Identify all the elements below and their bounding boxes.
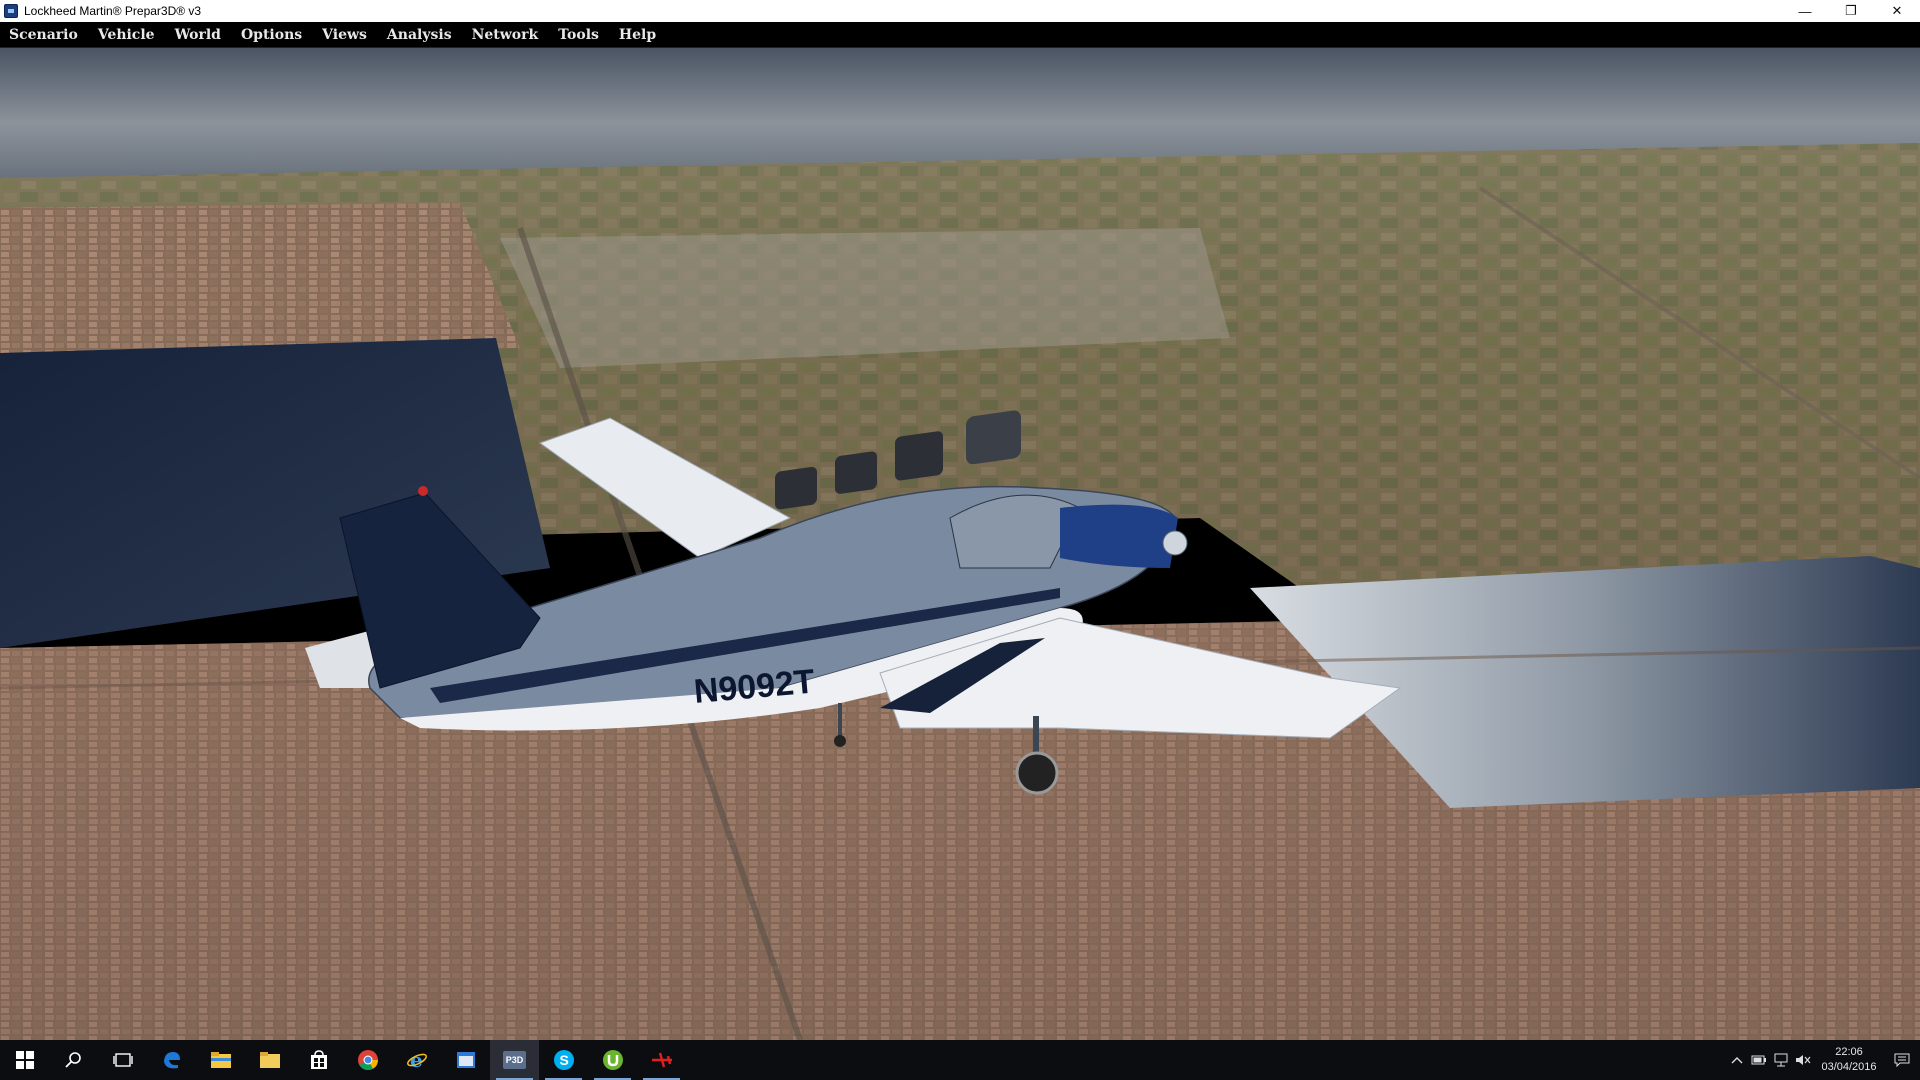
skype-icon: S: [553, 1050, 574, 1070]
folder-icon: [259, 1052, 280, 1068]
volume-muted-icon[interactable]: [1792, 1040, 1814, 1080]
window-icon: [456, 1052, 475, 1068]
file-explorer-button[interactable]: [196, 1040, 245, 1080]
ie-button[interactable]: e: [392, 1040, 441, 1080]
app-window-button[interactable]: [441, 1040, 490, 1080]
chrome-button[interactable]: [343, 1040, 392, 1080]
chevron-up-icon[interactable]: [1726, 1040, 1748, 1080]
edge-button[interactable]: [147, 1040, 196, 1080]
city-north: [0, 203, 520, 358]
menu-scenario[interactable]: Scenario: [0, 27, 89, 43]
svg-text:S: S: [559, 1052, 568, 1068]
battery-icon[interactable]: [1748, 1040, 1770, 1080]
svg-text:e: e: [410, 1049, 423, 1071]
simulator-window: Lockheed Martin® Prepar3D® v3 — ❐ ✕ Scen…: [0, 0, 1920, 1080]
folder-icon: [210, 1052, 231, 1068]
scenery-view: N9092T: [0, 48, 1920, 1040]
clock-time: 22:06: [1835, 1046, 1863, 1058]
search-icon: [64, 1052, 81, 1068]
folder2-button[interactable]: [245, 1040, 294, 1080]
task-view-button[interactable]: [98, 1040, 147, 1080]
taskbar: e P3D S 22:06 03/04/2016: [0, 1040, 1920, 1080]
p3d-button[interactable]: P3D: [490, 1040, 539, 1080]
close-button[interactable]: ✕: [1874, 0, 1920, 22]
menu-help[interactable]: Help: [610, 27, 667, 43]
menu-tools[interactable]: Tools: [549, 27, 610, 43]
store-button[interactable]: [294, 1040, 343, 1080]
store-icon: [310, 1050, 327, 1069]
app-icon[interactable]: [4, 4, 18, 18]
ie-icon: e: [406, 1049, 427, 1071]
network-icon[interactable]: [1770, 1040, 1792, 1080]
search-button[interactable]: [49, 1040, 98, 1080]
menu-network[interactable]: Network: [463, 27, 550, 43]
chrome-icon: [357, 1050, 378, 1071]
start-button[interactable]: [0, 1040, 49, 1080]
menu-analysis[interactable]: Analysis: [378, 27, 463, 43]
action-center-icon[interactable]: [1884, 1040, 1920, 1080]
edge-icon: [163, 1052, 180, 1069]
menu-views[interactable]: Views: [313, 27, 378, 43]
menu-options[interactable]: Options: [232, 27, 313, 43]
title-bar[interactable]: Lockheed Martin® Prepar3D® v3 — ❐ ✕: [0, 0, 1920, 22]
simulator-viewport[interactable]: N9092T: [0, 48, 1920, 1040]
menu-bar: Scenario Vehicle World Options Views Ana…: [0, 22, 1920, 48]
minimize-button[interactable]: —: [1782, 0, 1828, 22]
p3d-icon: P3D: [502, 1051, 527, 1069]
plane-icon: [651, 1052, 672, 1068]
task-view-icon: [112, 1053, 133, 1067]
window-title: Lockheed Martin® Prepar3D® v3: [24, 4, 202, 18]
skype-button[interactable]: S: [539, 1040, 588, 1080]
cabin-window: [775, 466, 817, 510]
clock[interactable]: 22:06 03/04/2016: [1814, 1045, 1884, 1075]
utorrent-button[interactable]: [588, 1040, 637, 1080]
clock-date: 03/04/2016: [1821, 1061, 1877, 1073]
windows-logo-icon: [15, 1051, 34, 1069]
system-tray: 22:06 03/04/2016: [1726, 1040, 1920, 1080]
window-controls: — ❐ ✕: [1782, 0, 1920, 22]
menu-world[interactable]: World: [166, 27, 232, 43]
restore-button[interactable]: ❐: [1828, 0, 1874, 22]
red-plane-button[interactable]: [637, 1040, 686, 1080]
utorrent-icon: [602, 1050, 623, 1070]
menu-vehicle[interactable]: Vehicle: [89, 27, 166, 43]
